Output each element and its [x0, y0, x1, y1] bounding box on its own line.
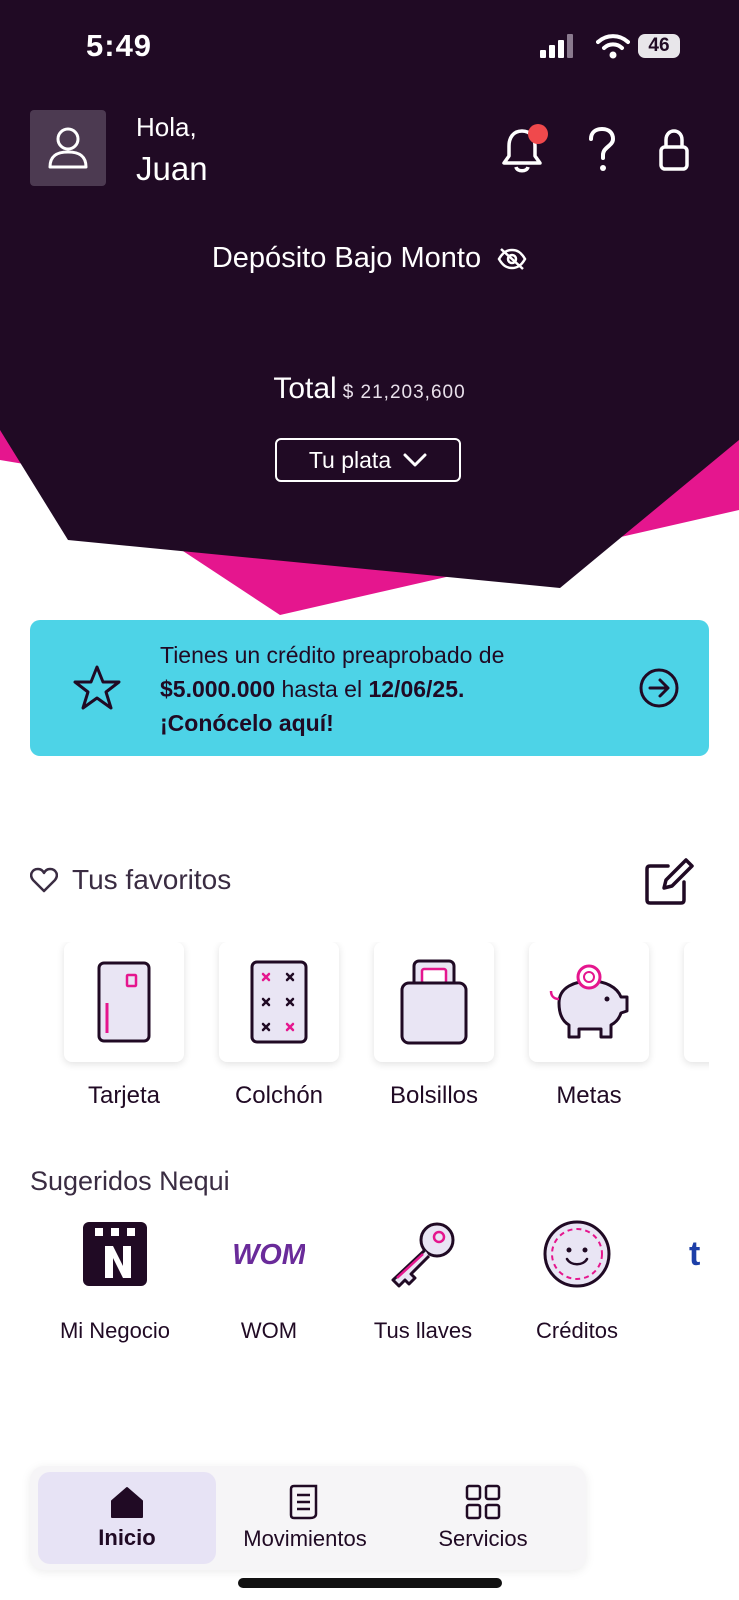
question-icon [589, 127, 616, 171]
battery-indicator: 46 [638, 34, 680, 58]
banner-text: Tienes un crédito preaprobado de $5.000.… [160, 638, 504, 740]
nav-label: Inicio [98, 1525, 156, 1550]
total-amount: $ 21,203,600 [342, 382, 466, 403]
favorites-title: Tus favoritos [72, 864, 232, 895]
suggested-title: Sugeridos Nequi [30, 1166, 230, 1196]
mattress-icon [250, 960, 308, 1044]
grid-icon [465, 1484, 501, 1520]
signal-icon [540, 34, 573, 58]
pocket-icon [400, 959, 468, 1045]
user-icon [48, 127, 88, 169]
favorite-card[interactable] [64, 942, 184, 1062]
lock-icon [659, 129, 689, 171]
chevron-down-icon [403, 453, 427, 467]
edit-icon[interactable] [644, 858, 694, 906]
suggested-item-wom[interactable]: WOM WOM [189, 1218, 349, 1344]
favorite-card[interactable] [684, 942, 709, 1062]
balance-view-dropdown[interactable]: Tu plata [275, 438, 461, 482]
wifi-icon [596, 34, 630, 59]
suggested-item-tus-llaves[interactable]: Tus llaves [343, 1218, 503, 1344]
help-button[interactable] [578, 124, 626, 176]
document-icon [289, 1484, 318, 1520]
suggested-label: Créditos [536, 1318, 618, 1343]
nav-label: Servicios [438, 1526, 528, 1551]
total-label: Total [273, 372, 337, 405]
favorite-label: Colchón [234, 1082, 324, 1109]
suggested-item-creditos[interactable]: Créditos [497, 1218, 657, 1344]
preapproved-credit-banner[interactable]: Tienes un crédito preaprobado de $5.000.… [30, 620, 709, 756]
nav-movimientos[interactable]: Movimientos [216, 1472, 394, 1564]
favorites-row: Tarjeta Colchón Bolsillos Metas [0, 942, 709, 1122]
lock-button[interactable] [650, 124, 698, 176]
header-background [0, 0, 739, 615]
svg-text:WOM: WOM [233, 1239, 305, 1271]
partial-logo: t [689, 1234, 701, 1273]
status-icons: 46 [540, 34, 690, 60]
wom-logo: WOM [233, 1239, 305, 1271]
key-icon [391, 1222, 455, 1288]
avatar-button[interactable] [30, 110, 106, 186]
suggested-item-partial[interactable]: t [651, 1218, 739, 1290]
suggested-label: Mi Negocio [59, 1318, 171, 1343]
banner-mid: hasta el [275, 676, 369, 702]
suggested-label: Tus llaves [373, 1318, 473, 1343]
greeting-text: Hola, [136, 112, 197, 142]
balance-view-label: Tu plata [308, 446, 392, 473]
home-indicator [238, 1578, 502, 1588]
piggy-bank-icon [549, 964, 629, 1039]
favorite-label: Metas [556, 1082, 622, 1109]
status-time: 5:49 [86, 28, 153, 63]
favorite-card[interactable] [219, 942, 339, 1062]
account-name: Depósito Bajo Monto [211, 242, 482, 274]
favorite-card[interactable] [529, 942, 649, 1062]
home-icon [111, 1487, 143, 1518]
favorite-label: A [666, 1082, 709, 1110]
banner-line1: Tienes un crédito preaprobado de [160, 642, 505, 668]
suggested-label: WOM [240, 1318, 298, 1343]
notifications-button[interactable] [498, 124, 548, 176]
suggested-item-mi-negocio[interactable]: Mi Negocio [35, 1218, 195, 1344]
banner-amount: $5.000.000 [160, 676, 276, 702]
nav-inicio[interactable]: Inicio [38, 1472, 216, 1564]
favorite-card[interactable] [374, 942, 494, 1062]
arrow-right-circle-icon[interactable] [638, 667, 680, 709]
eye-off-icon[interactable] [497, 247, 527, 271]
heart-icon [30, 867, 58, 893]
banner-date: 12/06/25. [368, 676, 465, 702]
account-selector[interactable]: Depósito Bajo Monto [0, 242, 739, 275]
user-name: Juan [136, 150, 208, 187]
nav-servicios[interactable]: Servicios [394, 1472, 572, 1564]
nav-label: Movimientos [243, 1526, 367, 1551]
favorites-header: Tus favoritos [30, 864, 231, 896]
favorite-label: Bolsillos [389, 1082, 479, 1109]
notification-dot [528, 124, 548, 144]
favorite-label: Tarjeta [87, 1082, 161, 1109]
total-balance: Total $ 21,203,600 [0, 372, 739, 406]
credits-icon [543, 1220, 611, 1288]
bottom-navigation: Inicio Movimientos Servicios [30, 1466, 586, 1570]
star-icon [73, 665, 121, 710]
card-icon [97, 961, 151, 1043]
store-icon [83, 1222, 147, 1286]
banner-cta: ¡Conócelo aquí! [160, 710, 334, 736]
